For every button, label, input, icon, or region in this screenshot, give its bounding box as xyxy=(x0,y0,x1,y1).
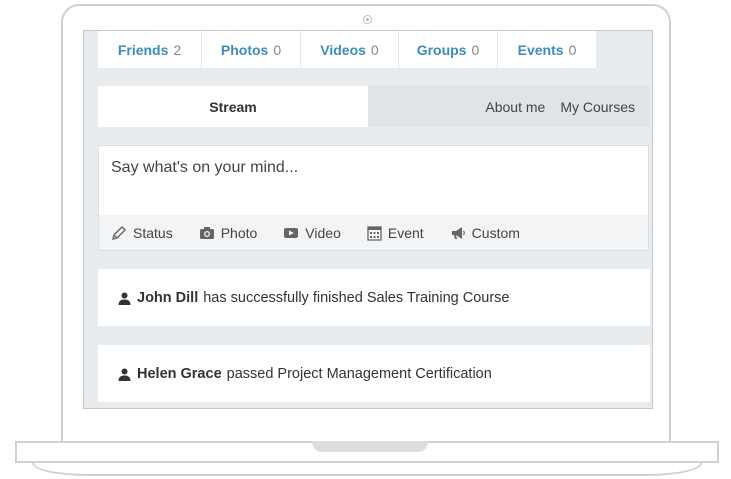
stat-count: 2 xyxy=(173,41,182,58)
stat-count: 0 xyxy=(471,41,480,58)
composer-actions: Status Photo Video Event Custom xyxy=(99,215,648,250)
stat-label: Photos xyxy=(220,41,269,58)
status-composer: Say what's on your mind... Status Photo xyxy=(98,145,649,251)
feed-user-name[interactable]: John Dill xyxy=(137,290,198,306)
video-icon xyxy=(284,227,299,238)
calendar-icon xyxy=(367,225,382,241)
stat-label: Videos xyxy=(320,41,366,58)
profile-tabs: Stream About me My Courses xyxy=(98,86,650,127)
stat-count: 0 xyxy=(273,41,282,58)
profile-stats-bar: Friends 2 Photos 0 Videos 0 Groups 0 Eve… xyxy=(98,31,597,68)
stat-groups[interactable]: Groups 0 xyxy=(399,31,498,68)
feed-user-name[interactable]: Helen Grace xyxy=(137,366,222,382)
feed-item: Helen Grace passed Project Management Ce… xyxy=(98,345,650,402)
composer-input[interactable]: Say what's on your mind... xyxy=(111,159,298,177)
laptop-notch xyxy=(312,441,428,452)
screen: Friends 2 Photos 0 Videos 0 Groups 0 Eve… xyxy=(83,30,653,409)
pencil-icon xyxy=(112,225,126,240)
stat-label: Friends xyxy=(117,41,169,58)
video-label: Video xyxy=(305,224,341,241)
tab-about-me[interactable]: About me xyxy=(485,99,545,115)
webcam-icon xyxy=(363,15,372,24)
stat-events[interactable]: Events 0 xyxy=(498,31,597,68)
user-icon xyxy=(118,292,131,305)
stat-label: Groups xyxy=(416,41,467,58)
stat-count: 0 xyxy=(370,41,379,58)
event-label: Event xyxy=(387,224,424,241)
megaphone-icon xyxy=(451,226,465,239)
tab-my-courses[interactable]: My Courses xyxy=(560,99,635,115)
stat-photos[interactable]: Photos 0 xyxy=(202,31,301,68)
event-button[interactable]: Event xyxy=(367,225,424,241)
status-button[interactable]: Status xyxy=(111,225,173,241)
stat-videos[interactable]: Videos 0 xyxy=(301,31,399,68)
status-label: Status xyxy=(133,224,173,241)
stat-friends[interactable]: Friends 2 xyxy=(98,31,202,68)
stat-count: 0 xyxy=(568,41,577,58)
camera-icon xyxy=(199,226,214,239)
tab-group-right: About me My Courses xyxy=(368,86,650,127)
feed-text: passed Project Management Certification xyxy=(226,365,492,382)
stat-label: Events xyxy=(517,41,564,58)
video-button[interactable]: Video xyxy=(283,225,341,241)
photo-label: Photo xyxy=(220,224,258,241)
feed-text: has successfully finished Sales Training… xyxy=(203,289,510,306)
photo-button[interactable]: Photo xyxy=(199,224,258,241)
custom-label: Custom xyxy=(471,224,520,241)
laptop-base-bottom xyxy=(32,463,702,476)
feed-item: John Dill has successfully finished Sale… xyxy=(98,269,650,326)
custom-button[interactable]: Custom xyxy=(450,225,520,241)
tab-stream[interactable]: Stream xyxy=(98,86,368,127)
user-icon xyxy=(118,368,131,381)
